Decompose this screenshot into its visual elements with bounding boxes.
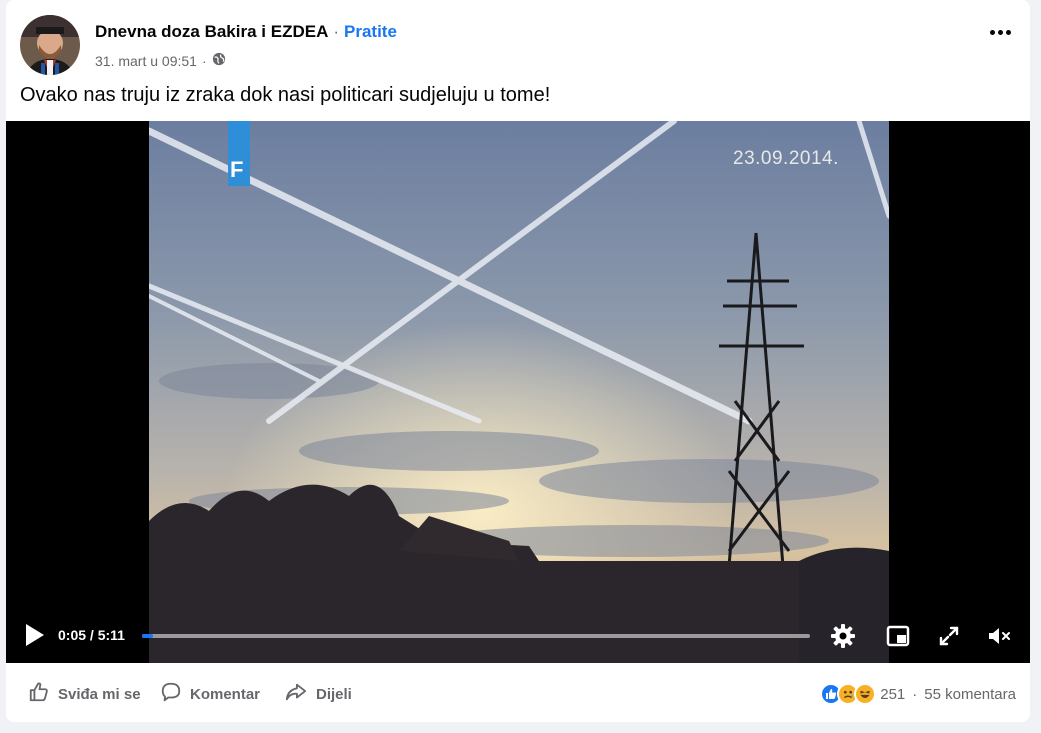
share-button[interactable]: Dijeli xyxy=(284,681,352,707)
picture-in-picture-icon[interactable] xyxy=(885,623,911,649)
share-icon xyxy=(284,681,308,707)
progress-fill xyxy=(142,634,153,638)
current-time: 0:05 xyxy=(58,627,87,643)
video-player[interactable]: 23.09.2014. F 0:05 / 5:11 xyxy=(6,121,1030,663)
author-line: Dnevna doza Bakira i EZDEA · Pratite xyxy=(95,22,397,42)
reaction-icons xyxy=(820,683,877,705)
comments-count[interactable]: 55 komentara xyxy=(924,686,1016,703)
progress-bar[interactable] xyxy=(142,634,810,638)
share-label: Dijeli xyxy=(316,685,352,703)
like-button[interactable]: Sviđa mi se xyxy=(28,681,141,707)
fullscreen-icon[interactable] xyxy=(936,623,962,649)
post-timestamp[interactable]: 31. mart u 09:51 xyxy=(95,53,197,69)
count-separator: · xyxy=(912,685,918,703)
channel-badge: F xyxy=(230,157,244,182)
video-frame xyxy=(149,121,889,663)
globe-icon xyxy=(212,52,226,69)
comment-button[interactable]: Komentar xyxy=(160,681,260,707)
author-name[interactable]: Dnevna doza Bakira i EZDEA xyxy=(95,22,328,42)
reaction-count: 251 xyxy=(880,685,906,703)
video-controls: 0:05 / 5:11 xyxy=(6,607,1030,663)
time-separator: / xyxy=(86,627,98,643)
settings-icon[interactable] xyxy=(830,623,856,649)
comment-icon xyxy=(160,681,182,707)
post-card: Dnevna doza Bakira i EZDEA · Pratite 31.… xyxy=(6,0,1030,722)
duration: 5:11 xyxy=(97,627,125,643)
follow-button[interactable]: Pratite xyxy=(344,22,397,42)
post-text: Ovako nas truju iz zraka dok nasi politi… xyxy=(20,84,551,106)
separator: · xyxy=(333,22,340,41)
meta-separator: · xyxy=(201,52,207,69)
reactions-summary[interactable]: 251 · 55 komentara xyxy=(820,683,1016,705)
haha-reaction-icon xyxy=(854,683,877,705)
play-icon[interactable] xyxy=(22,622,46,648)
post-meta: 31. mart u 09:51 · xyxy=(95,52,226,69)
thumbs-up-icon xyxy=(28,681,50,707)
muted-icon[interactable] xyxy=(986,623,1012,649)
more-options-icon[interactable] xyxy=(986,22,1014,42)
comment-label: Komentar xyxy=(190,685,261,703)
avatar[interactable] xyxy=(20,15,80,75)
like-label: Sviđa mi se xyxy=(58,685,141,703)
video-date-overlay: 23.09.2014. xyxy=(733,148,839,169)
video-time: 0:05 / 5:11 xyxy=(58,627,125,643)
post-actions: Sviđa mi se Komentar Dijeli 251 · 55 kom… xyxy=(6,663,1030,722)
